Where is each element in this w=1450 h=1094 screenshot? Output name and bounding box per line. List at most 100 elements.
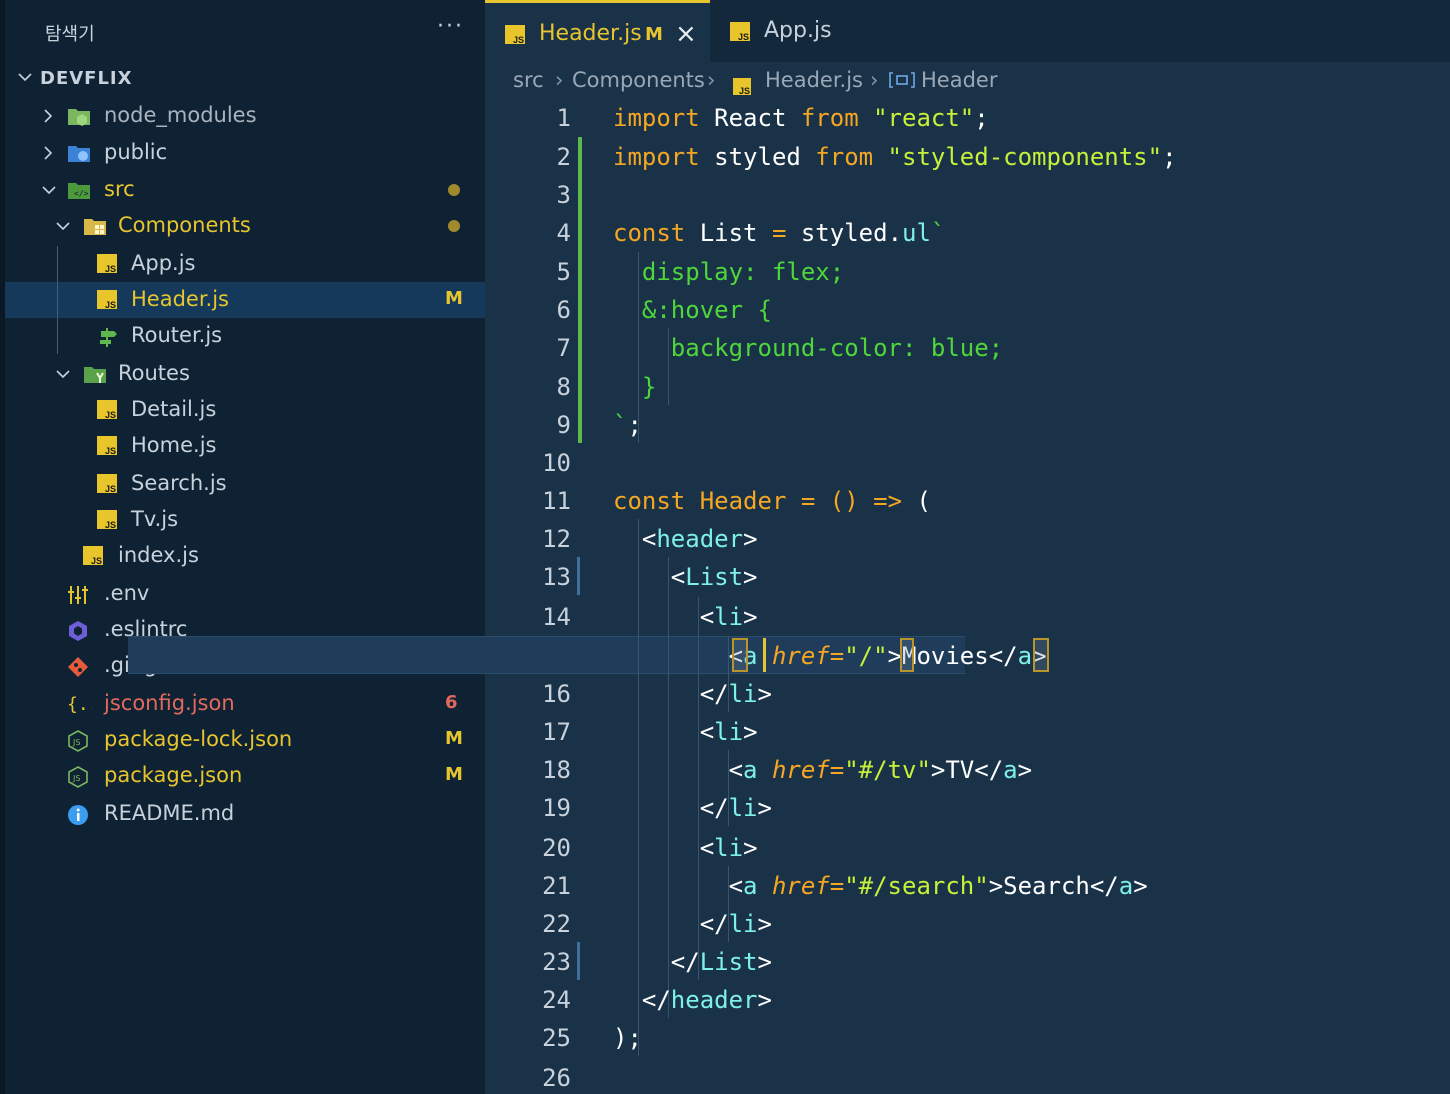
chevron-right-icon: › (707, 68, 716, 92)
code-line: ); (613, 1019, 642, 1057)
tree-item-env[interactable]: .env (5, 576, 485, 612)
tree-item-readme-md[interactable]: README.md (5, 796, 485, 832)
code-token: a (743, 756, 758, 784)
tree-item-package-json[interactable]: JS package.json M (5, 758, 485, 794)
breadcrumb-item-src[interactable]: src (513, 68, 544, 92)
chevron-down-icon[interactable] (41, 182, 57, 201)
tree-item-label: Search.js (131, 471, 227, 495)
line-number: 23 (542, 948, 571, 976)
js-file-icon (97, 290, 119, 310)
code-token: from (800, 104, 859, 132)
code-line: <List> (613, 558, 758, 596)
code-token: styled (786, 219, 888, 247)
js-file-icon (97, 436, 119, 456)
js-file-icon (97, 254, 119, 274)
tree-item-label: Router.js (131, 323, 223, 347)
chevron-right-icon[interactable] (41, 108, 55, 128)
code-token: import (613, 143, 700, 171)
code-token: > (757, 986, 772, 1014)
project-section-header[interactable]: DEVFLIX (5, 61, 485, 98)
code-token: &:hover { (613, 296, 772, 324)
tree-item-src[interactable]: </> src (5, 172, 485, 208)
code-token: >TV</ (930, 756, 1004, 784)
tree-item-detail-js[interactable]: Detail.js (5, 392, 485, 428)
code-token: = (800, 487, 816, 515)
chevron-right-icon[interactable] (41, 145, 55, 165)
tree-item-header-js[interactable]: Header.js M (5, 282, 485, 318)
line-number: 12 (542, 525, 571, 553)
code-line: <li> (613, 829, 758, 867)
tree-item-routes[interactable]: Routes (5, 356, 485, 392)
line-number: 13 (542, 563, 571, 591)
breadcrumb-item-components[interactable]: Components (572, 68, 705, 92)
code-token: </ (613, 986, 671, 1014)
code-token: < (613, 834, 715, 862)
modified-dot (448, 220, 460, 232)
tree-item-home-js[interactable]: Home.js (5, 428, 485, 464)
tree-item-router-js[interactable]: Router.js (5, 318, 485, 354)
svg-text:JS: JS (72, 738, 80, 747)
tree-item-tv-js[interactable]: Tv.js (5, 502, 485, 538)
code-token: ; (1162, 143, 1177, 171)
nodejs-icon: JS (67, 766, 89, 788)
tree-item-public[interactable]: public (5, 135, 485, 171)
text-cursor (763, 638, 766, 672)
tab-app-js[interactable]: App.js (710, 0, 910, 62)
code-line: import styled from "styled-components"; (613, 138, 1177, 176)
js-file-icon (505, 25, 525, 45)
tree-item-label: package.json (104, 763, 243, 787)
code-token: li (714, 718, 744, 746)
close-icon[interactable]: × (675, 19, 697, 49)
indent-guide (57, 246, 58, 354)
line-number: 14 (542, 603, 571, 631)
tree-item-label: .env (104, 581, 150, 605)
tree-item-label: README.md (104, 801, 235, 825)
code-token: </ (613, 948, 700, 976)
chevron-down-icon[interactable] (55, 218, 71, 237)
code-token: li (728, 910, 758, 938)
tree-item-label: Header.js (131, 287, 229, 311)
tab-bar: Header.js M × App.js (485, 0, 1450, 62)
tab-header-js[interactable]: Header.js M × (485, 0, 710, 62)
eslint-icon (67, 620, 89, 641)
tree-item-jsconfig-json[interactable]: {..} jsconfig.json 6 (5, 686, 485, 722)
line-number: 21 (542, 872, 571, 900)
chevron-down-icon[interactable] (55, 366, 71, 385)
git-status-badge: M (445, 764, 463, 785)
code-token: </ (613, 910, 729, 938)
tree-item-package-lock-json[interactable]: JS package-lock.json M (5, 722, 485, 758)
breadcrumb-item-file[interactable]: Header.js (765, 68, 863, 92)
tree-item-app-js[interactable]: App.js (5, 246, 485, 282)
svg-text:</>: </> (74, 189, 89, 198)
code-line: <li> (613, 713, 758, 751)
project-name: DEVFLIX (40, 68, 133, 89)
tree-item-label: src (104, 177, 135, 201)
src-folder-icon: </> (67, 180, 90, 200)
code-token: > (757, 948, 772, 976)
tree-item-label: App.js (131, 251, 196, 275)
code-line: const List = styled.ul` (613, 214, 945, 252)
tree-item-search-js[interactable]: Search.js (5, 466, 485, 502)
tree-item-node-modules[interactable]: node_modules (5, 98, 485, 134)
code-token: const (613, 219, 686, 247)
code-token: li (714, 603, 744, 631)
more-actions-icon[interactable]: ··· (437, 14, 464, 39)
tree-item-label: package-lock.json (104, 727, 293, 751)
code-token: a (1118, 872, 1134, 900)
tree-item-label: Detail.js (131, 397, 217, 421)
code-token: () (829, 487, 859, 515)
code-token: > (757, 794, 772, 822)
git-icon (67, 656, 89, 677)
js-file-icon (97, 400, 119, 420)
code-line: } (613, 368, 656, 406)
tree-item-components[interactable]: Components (5, 208, 485, 244)
breadcrumb-item-symbol[interactable]: Header (921, 68, 997, 92)
tree-item-index-js[interactable]: index.js (5, 538, 485, 574)
js-file-icon (730, 22, 750, 42)
json-braces-icon: {..} (67, 694, 110, 715)
